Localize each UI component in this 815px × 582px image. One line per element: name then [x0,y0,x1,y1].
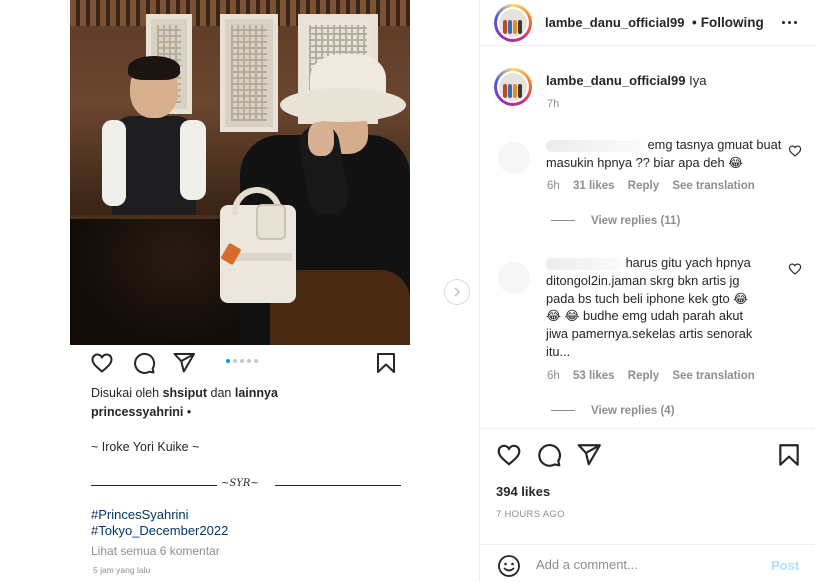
hashtag-tokyo: #Tokyo_December2022 [91,523,229,538]
comment-icon [134,352,156,374]
caption-time[interactable]: 7h [547,98,559,110]
embedded-time: 5 jam yang lalu [93,565,151,575]
embedded-view-all: Lihat semua 6 komentar [91,544,220,558]
comment-likes[interactable]: 53 likes [573,370,615,382]
heart-icon [91,353,113,373]
caption-avatar[interactable] [494,68,532,106]
header-username[interactable]: lambe_danu_official99 [545,15,684,30]
blurred-username[interactable] [546,139,644,152]
see-translation-button[interactable]: See translation [672,180,754,192]
blurred-username[interactable] [546,257,622,270]
avatar[interactable] [494,4,532,42]
caption-username[interactable]: lambe_danu_official99 [546,73,685,88]
view-replies-button[interactable]: View replies (4) [551,405,675,417]
comment-2-meta: 6h 53 likes Reply See translation [547,370,755,382]
post-header: lambe_danu_official99 • Following [480,0,815,46]
comment-1-text: emg tasnya gmuat buat masukin hpnya ?? b… [546,137,782,170]
heart-icon[interactable] [496,442,522,468]
post-button[interactable]: Post [771,558,799,573]
caption: lambe_danu_official99 Iya [546,73,706,88]
comment-1-meta: 6h 31 likes Reply See translation [547,180,755,192]
hashtag-princessyahrini: #PrincesSyahrini [91,507,189,522]
post-details-panel: lambe_danu_official99 • Following lambe_d… [479,0,815,582]
embedded-post-actions [90,351,398,375]
instagram-post-modal: Disukai oleh shsiput dan lainnya princes… [0,0,815,582]
reply-button[interactable]: Reply [628,180,659,192]
reply-button[interactable]: Reply [628,370,659,382]
view-replies-button[interactable]: View replies (11) [551,215,680,227]
share-icon[interactable] [576,442,602,468]
carousel-next-button[interactable] [444,279,470,305]
post-media-area: Disukai oleh shsiput dan lainnya princes… [0,0,479,582]
phone [256,204,286,240]
bookmark-icon[interactable] [776,442,802,468]
caption-text: Iya [689,73,707,88]
comment-time[interactable]: 6h [547,180,560,192]
comment-likes[interactable]: 31 likes [573,180,615,192]
comment-input[interactable] [536,554,746,574]
bookmark-icon [377,353,395,373]
comment-icon[interactable] [536,442,562,468]
comment-avatar[interactable] [498,262,530,294]
emoji-icon[interactable] [497,554,521,578]
see-translation-button[interactable]: See translation [672,370,754,382]
comment-like-icon[interactable] [788,144,802,158]
comment-time[interactable]: 6h [547,370,560,382]
post-actions [480,428,815,538]
comment-like-icon[interactable] [788,262,802,276]
comment-2-text: harus gitu yach hpnya ditongol2in.jaman … [546,255,753,359]
comment-form: Post [480,544,815,582]
comment-avatar[interactable] [498,142,530,174]
carousel-dots [226,359,258,363]
embedded-liked-by: Disukai oleh shsiput dan lainnya [91,386,278,400]
post-time[interactable]: 7 HOURS AGO [496,509,565,520]
post-photo [70,0,410,345]
embedded-caption-line: ~ Iroke Yori Kuike ~ [91,440,200,454]
chevron-right-icon [454,287,461,297]
share-icon [173,353,195,373]
more-options-button[interactable] [778,14,800,30]
embedded-caption-user: princessyahrini • [91,405,192,419]
following-button[interactable]: • Following [692,15,764,30]
embedded-separator: ~SYR~ [91,478,401,492]
likes-count[interactable]: 394 likes [496,484,550,499]
